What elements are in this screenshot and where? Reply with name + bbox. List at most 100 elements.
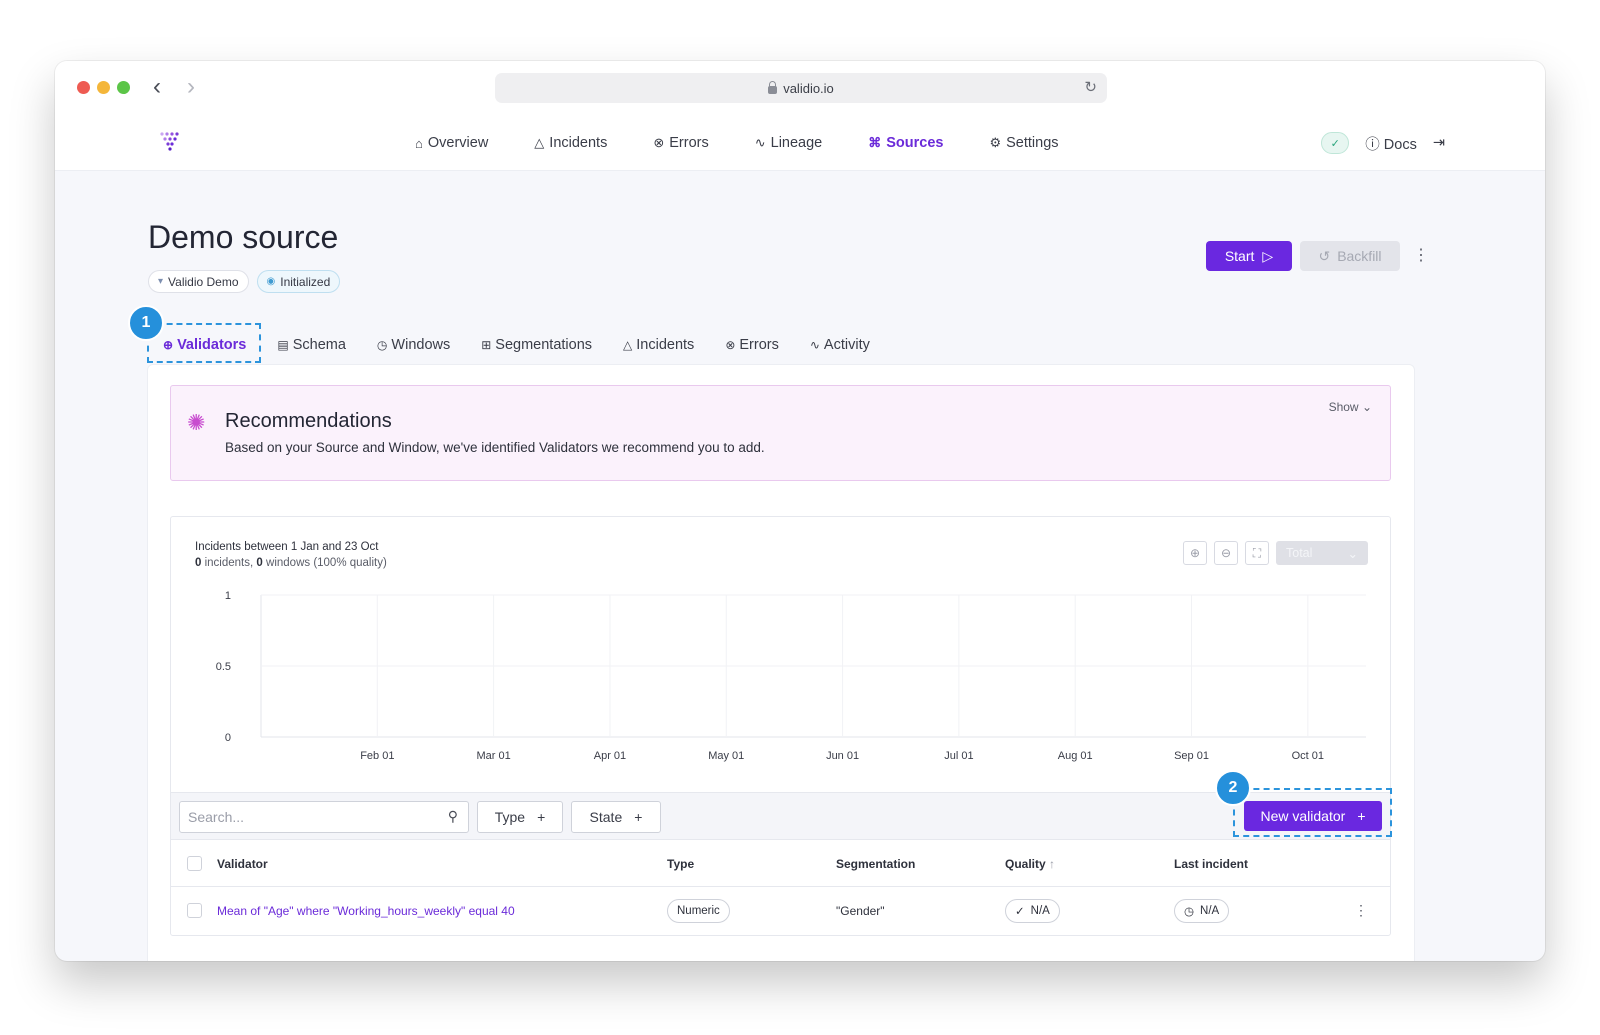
y-tick-label: 0.5 [216, 661, 231, 673]
validator-link[interactable]: Mean of "Age" where "Working_hours_weekl… [217, 904, 515, 918]
nav-item-overview[interactable]: ⌂ Overview [415, 135, 488, 151]
plus-icon: + [634, 809, 643, 825]
y-tick-label: 1 [225, 590, 231, 602]
tab-activity[interactable]: ∿ Activity [810, 337, 870, 353]
help-icon: ⓘ [1365, 136, 1380, 153]
x-tick-label: Sep 01 [1174, 750, 1209, 762]
validio-logo-icon[interactable] [159, 130, 181, 152]
status-check-icon[interactable]: ✓ [1321, 132, 1350, 154]
column-quality[interactable]: Quality ↑ [1005, 857, 1055, 871]
logout-icon[interactable]: ⇥ [1433, 135, 1445, 151]
tab-label: Activity [823, 337, 870, 353]
validio-mini-icon: ▾ [158, 276, 164, 287]
x-tick-label: May 01 [708, 750, 744, 762]
chip-validio-demo: ▾ Validio Demo [148, 270, 249, 293]
sources-icon: ⌘ [868, 135, 882, 150]
backfill-button[interactable]: ↺ Backfill [1300, 241, 1400, 271]
column-validator[interactable]: Validator [217, 857, 268, 871]
address-bar[interactable]: validio.io ↻ [495, 73, 1107, 103]
lock-icon [768, 81, 778, 94]
lineage-icon: ∿ [754, 135, 766, 150]
close-window-button[interactable] [77, 81, 90, 94]
browser-window: ‹ › validio.io ↻ ⌂ Overview △ Incidents ⊗ Err… [55, 61, 1545, 961]
chart-heading: Incidents between 1 Jan and 23 Oct [195, 541, 379, 553]
x-tick-label: Oct 01 [1292, 750, 1324, 762]
check-circle-icon: ✓ [1015, 906, 1025, 918]
sparkle-icon: ✺ [187, 410, 206, 435]
callout-highlight-new-validator [1233, 788, 1392, 837]
state-filter-button[interactable]: State + [571, 801, 661, 833]
row-checkbox[interactable] [187, 903, 202, 918]
search-box[interactable]: ⚲ [179, 801, 469, 833]
tab-incidents[interactable]: △ Incidents [623, 337, 694, 353]
nav-item-incidents[interactable]: △ Incidents [534, 135, 607, 151]
nav-item-label: Settings [1006, 135, 1059, 151]
column-last-incident[interactable]: Last incident [1174, 857, 1248, 871]
back-arrow-icon[interactable]: ‹ [153, 73, 161, 101]
nav-item-label: Overview [427, 135, 489, 151]
tab-incidents-icon: △ [623, 338, 633, 352]
more-options-icon[interactable]: ⋮ [1413, 245, 1429, 265]
page-title: Demo source [148, 219, 339, 255]
select-all-checkbox[interactable] [187, 856, 202, 871]
clock-icon: ◷ [1184, 906, 1195, 918]
undo-icon: ↺ [1318, 247, 1331, 264]
nav-item-sources[interactable]: ⌘ Sources [868, 135, 943, 151]
x-tick-label: Jul 01 [944, 750, 973, 762]
url-text: validio.io [783, 80, 834, 96]
search-input[interactable] [188, 809, 438, 825]
tab-windows-icon: ◷ [376, 338, 388, 352]
reload-icon[interactable]: ↻ [1084, 78, 1097, 96]
nav-item-label: Lineage [770, 135, 823, 151]
tab-schema[interactable]: ▤ Schema [277, 337, 346, 353]
nav-item-errors[interactable]: ⊗ Errors [653, 135, 708, 151]
nav-item-label: Incidents [549, 135, 608, 151]
gear-icon: ⚙ [989, 135, 1002, 150]
tab-label: Incidents [636, 337, 695, 353]
row-options-icon[interactable]: ⋮ [1354, 902, 1368, 919]
incidents-chart-card: Incidents between 1 Jan and 23 Oct 0 inc… [170, 516, 1391, 936]
tab-errors[interactable]: ⊗ Errors [725, 337, 779, 353]
tab-segmentations-icon: ⊞ [481, 338, 492, 352]
search-icon: ⚲ [447, 808, 458, 824]
app-navbar: ⌂ Overview △ Incidents ⊗ Errors ∿ Lineage ⌘ Sourc… [55, 115, 1545, 171]
type-pill: Numeric [667, 899, 730, 923]
docs-link[interactable]: ⓘ Docs [1365, 133, 1417, 154]
sort-up-icon: ↑ [1049, 857, 1056, 871]
zoom-out-icon[interactable]: ⊖ [1214, 541, 1238, 565]
start-button[interactable]: Start ▷ [1206, 241, 1292, 271]
nav-item-label: Sources [886, 135, 944, 151]
callout-badge-2: 2 [1215, 770, 1251, 806]
maximize-window-button[interactable] [117, 81, 130, 94]
eye-icon: ◉ [266, 276, 276, 287]
segmentation-value: "Gender" [836, 904, 885, 918]
column-type[interactable]: Type [667, 857, 694, 871]
nav-item-settings[interactable]: ⚙ Settings [989, 135, 1058, 151]
nav-item-lineage[interactable]: ∿ Lineage [755, 135, 823, 151]
table-header: Validator Type Segmentation Quality ↑ La… [171, 840, 1390, 887]
validator-toolbar: ⚲ Type+ State+ New validator+ [171, 792, 1390, 840]
chart-summary: 0 incidents, 0 windows (100% quality) [195, 557, 387, 569]
aggregation-select[interactable]: Total ⌄ [1276, 541, 1368, 565]
zoom-in-icon[interactable]: ⊕ [1183, 541, 1207, 565]
quality-pill: ✓ N/A [1005, 899, 1060, 923]
plus-icon: + [537, 809, 546, 825]
tab-windows[interactable]: ◷ Windows [377, 337, 450, 353]
chevron-down-icon: ⌄ [1361, 400, 1372, 414]
column-segmentation[interactable]: Segmentation [836, 857, 915, 871]
last-incident-pill: ◷ N/A [1174, 899, 1230, 923]
type-filter-button[interactable]: Type + [477, 801, 563, 833]
x-tick-label: Apr 01 [594, 750, 626, 762]
home-icon: ⌂ [415, 135, 423, 151]
tab-label: Windows [391, 337, 451, 353]
tab-label: Segmentations [495, 337, 593, 353]
show-toggle[interactable]: Show ⌄ [1329, 400, 1372, 414]
callout-badge-1: 1 [128, 305, 164, 341]
fullscreen-icon[interactable]: ⛶ [1245, 541, 1269, 565]
minimize-window-button[interactable] [97, 81, 110, 94]
tab-segmentations[interactable]: ⊞ Segmentations [481, 337, 592, 353]
tab-label: Schema [292, 337, 346, 353]
tab-label: Errors [739, 337, 779, 353]
forward-arrow-icon[interactable]: › [187, 73, 195, 101]
tab-errors-icon: ⊗ [725, 338, 736, 352]
